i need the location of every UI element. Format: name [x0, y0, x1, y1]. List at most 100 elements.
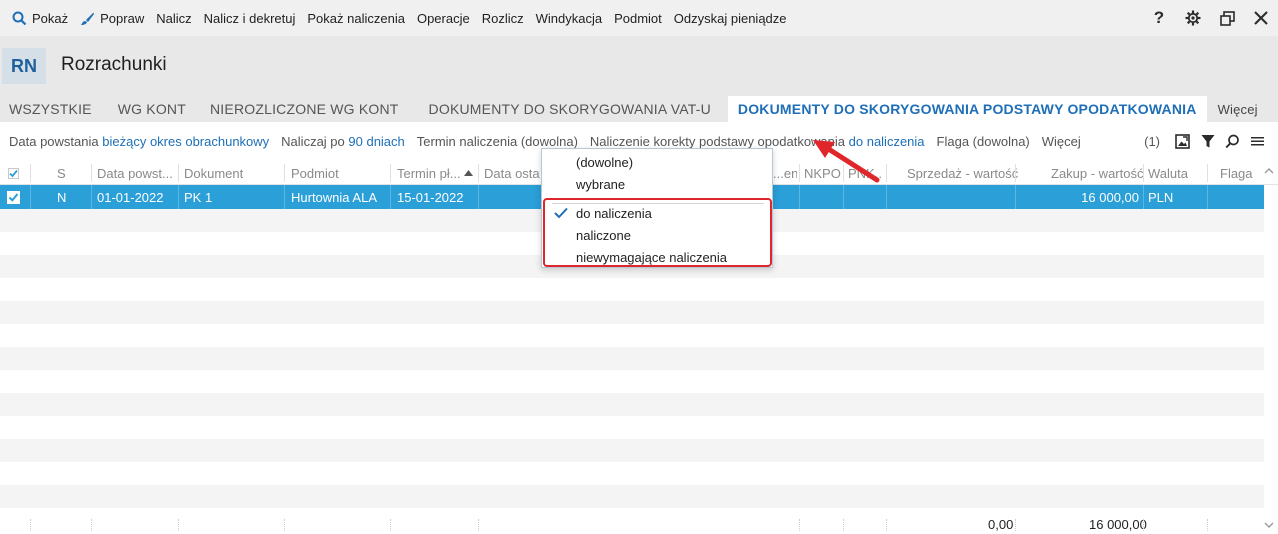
- cell-s: N: [57, 189, 67, 205]
- totals-row: 0,00 16 000,00: [0, 515, 1264, 534]
- page-header: RN Rozrachunki: [0, 36, 1278, 96]
- col-last-date[interactable]: Data ostat: [484, 161, 540, 185]
- empty-row: [0, 393, 1264, 416]
- col-flag[interactable]: Flaga: [1220, 161, 1253, 185]
- filter-calculate-after-value[interactable]: 90 dniach: [348, 134, 404, 149]
- check-icon: [8, 167, 19, 179]
- debt-collection-button[interactable]: Windykacja: [530, 0, 608, 36]
- col-due-date[interactable]: Termin pł...: [397, 161, 461, 185]
- empty-row: [0, 301, 1264, 324]
- export-button[interactable]: [1170, 122, 1195, 160]
- tab-all[interactable]: WSZYSTKIE: [0, 96, 101, 122]
- total-sales: 0,00: [988, 517, 1014, 532]
- filter-calculate-after-label: Naliczaj po: [281, 133, 345, 149]
- calculate-and-post-label: Nalicz i dekretuj: [203, 10, 296, 26]
- empty-row: [0, 485, 1264, 508]
- col-creation-date[interactable]: Data powst...: [97, 161, 177, 185]
- restore-window-icon: [1219, 10, 1235, 26]
- scroll-down-icon[interactable]: [1264, 520, 1274, 530]
- sort-asc-icon: [464, 161, 473, 185]
- help-icon: ?: [1153, 8, 1165, 27]
- brush-icon: [81, 12, 95, 25]
- tab-vat-correction-documents[interactable]: DOKUMENTY DO SKORYGOWANIA VAT-U: [420, 96, 720, 122]
- col-currency[interactable]: Waluta: [1148, 161, 1188, 185]
- scroll-up-icon[interactable]: [1264, 166, 1274, 176]
- filter-button[interactable]: [1195, 122, 1220, 160]
- col-sales-value[interactable]: Sprzedaż - wartość: [907, 161, 1018, 185]
- calculate-label: Nalicz: [156, 10, 192, 26]
- col-document[interactable]: Dokument: [184, 161, 243, 185]
- settings-button[interactable]: [1176, 0, 1210, 36]
- show-calculations-button[interactable]: Pokaż naliczenia: [301, 0, 411, 36]
- show-calculations-label: Pokaż naliczenia: [307, 10, 405, 26]
- empty-row: [0, 439, 1264, 462]
- close-button[interactable]: [1244, 0, 1278, 36]
- col-s[interactable]: S: [57, 161, 66, 185]
- edit-button[interactable]: Popraw: [74, 0, 150, 36]
- show-label: Pokaż: [32, 10, 69, 26]
- option-calculated[interactable]: naliczone: [576, 225, 631, 245]
- calculate-and-post-button[interactable]: Nalicz i dekretuj: [198, 0, 302, 36]
- window-controls: ?: [1142, 0, 1278, 36]
- entity-label: Podmiot: [614, 10, 662, 26]
- select-all-checkbox[interactable]: [8, 161, 19, 185]
- cell-document: PK 1: [184, 189, 213, 205]
- tab-unsettled-by-accounts[interactable]: NIEROZLICZONE WG KONT: [201, 96, 408, 122]
- filter-count: (1): [1144, 133, 1160, 149]
- col-purchase-value[interactable]: Zakup - wartość: [1051, 161, 1143, 185]
- settle-label: Rozlicz: [481, 10, 524, 26]
- option-not-requiring[interactable]: niewymagające naliczenia: [576, 247, 727, 267]
- entity-button[interactable]: Podmiot: [608, 0, 668, 36]
- col-entity[interactable]: Podmiot: [291, 161, 339, 185]
- search-icon: [12, 11, 27, 25]
- cell-creation-date: 01-01-2022: [97, 189, 164, 205]
- filter-creation-date[interactable]: Data powstania bieżący okres obrachunkow…: [9, 134, 269, 149]
- annotation-arrow-icon: [813, 140, 880, 183]
- edit-label: Popraw: [100, 10, 145, 26]
- filter-due-date[interactable]: Termin naliczenia (dowolna): [417, 134, 578, 149]
- page-title: Rozrachunki: [61, 54, 167, 75]
- empty-row: [0, 347, 1264, 370]
- debt-collection-label: Windykacja: [535, 10, 603, 26]
- option-to-calculate[interactable]: do naliczenia: [576, 203, 652, 223]
- help-button[interactable]: ?: [1142, 0, 1176, 36]
- search-icon: [1225, 134, 1239, 148]
- tab-by-accounts[interactable]: WG KONT: [109, 96, 195, 122]
- recover-money-label: Odzyskaj pieniądze: [673, 10, 787, 26]
- filter-flag[interactable]: Flaga (dowolna): [937, 134, 1030, 149]
- filter-tools: (1): [1144, 122, 1270, 160]
- cell-entity: Hurtownia ALA: [291, 189, 377, 205]
- tab-tax-base-correction-documents[interactable]: DOKUMENTY DO SKORYGOWANIA PODSTAWY OPODA…: [727, 96, 1207, 122]
- cell-currency: PLN: [1148, 189, 1174, 205]
- recover-money-button[interactable]: Odzyskaj pieniądze: [668, 0, 793, 36]
- settle-button[interactable]: Rozlicz: [476, 0, 530, 36]
- filter-creation-date-label: Data powstania: [9, 133, 99, 149]
- search-button[interactable]: [1220, 122, 1245, 160]
- filter-more[interactable]: Więcej: [1042, 134, 1081, 149]
- option-selected[interactable]: wybrane: [576, 174, 625, 194]
- image-export-icon: [1175, 133, 1190, 149]
- option-any[interactable]: (dowolne): [576, 152, 633, 172]
- operations-button[interactable]: Operacje: [411, 0, 476, 36]
- close-icon: [1254, 11, 1268, 25]
- show-button[interactable]: Pokaż: [6, 0, 74, 36]
- tax-base-correction-dropdown: (dowolne) wybrane do naliczenia naliczon…: [541, 148, 773, 268]
- filter-creation-date-value[interactable]: bieżący okres obrachunkowy: [102, 134, 269, 149]
- toolbar: Pokaż Popraw Nalicz Nalicz i dekretuj Po…: [0, 0, 1278, 36]
- col-calculation[interactable]: ...eni...: [773, 161, 797, 185]
- filter-icon: [1201, 134, 1214, 147]
- tab-more[interactable]: Więcej: [1209, 96, 1267, 122]
- check-icon: [554, 207, 568, 219]
- app-window: Pokaż Popraw Nalicz Nalicz i dekretuj Po…: [0, 0, 1278, 534]
- total-purchase: 16 000,00: [1089, 517, 1147, 532]
- tab-bar: WSZYSTKIE WG KONT NIEROZLICZONE WG KONT …: [0, 96, 1278, 122]
- row-checkbox[interactable]: [7, 185, 20, 209]
- gear-icon: [1185, 10, 1201, 26]
- operations-label: Operacje: [416, 10, 470, 26]
- calculate-button[interactable]: Nalicz: [150, 0, 197, 36]
- module-badge: RN: [2, 48, 46, 84]
- check-icon: [8, 192, 19, 202]
- restore-button[interactable]: [1210, 0, 1244, 36]
- filter-calculate-after[interactable]: Naliczaj po 90 dniach: [281, 134, 405, 149]
- menu-button[interactable]: [1245, 122, 1270, 160]
